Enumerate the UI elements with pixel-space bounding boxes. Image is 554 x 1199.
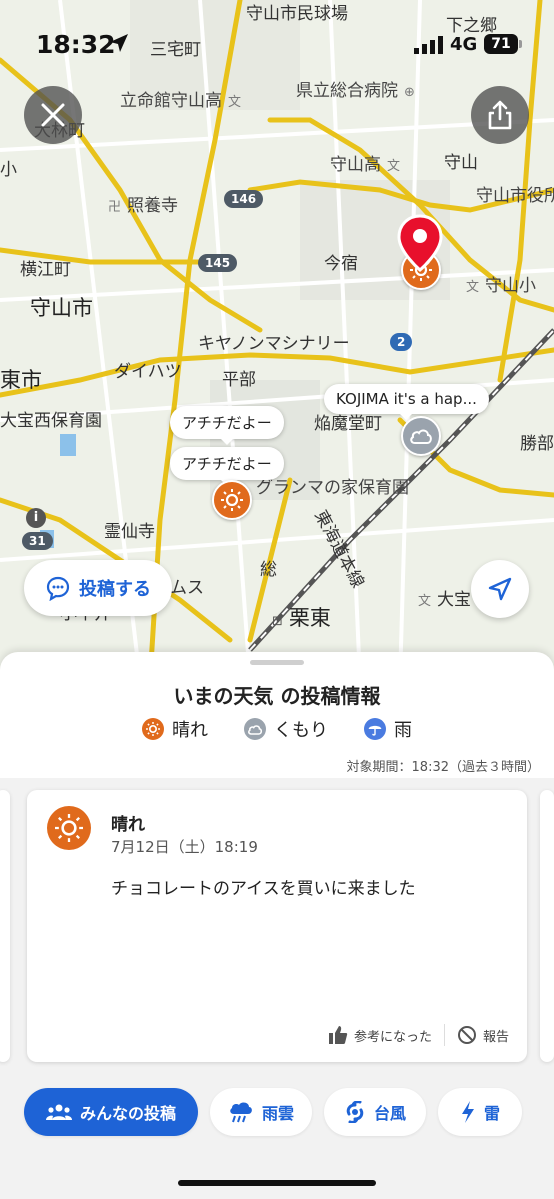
report-label: 報告 bbox=[482, 1029, 509, 1045]
divider bbox=[443, 1024, 445, 1046]
weather-map[interactable]: 下之郷 守山市民球場 三宅町 立命館守山高文 県立総合病院⊕ 大林町 守山高文 … bbox=[0, 0, 554, 680]
sun-icon bbox=[142, 718, 164, 740]
route-shield-146: 146 bbox=[224, 190, 264, 208]
card-actions: 参考になった 報告 bbox=[328, 1024, 509, 1046]
next-card-edge[interactable] bbox=[540, 790, 554, 1062]
legend-item-rain: 雨 bbox=[364, 716, 412, 742]
map-label-yokoe: 横江町 bbox=[20, 260, 71, 280]
post-button[interactable]: 投稿する bbox=[24, 560, 172, 616]
map-label-imajuku: 今宿 bbox=[324, 254, 358, 274]
map-label-moriyama-elem: 文守山小 bbox=[466, 276, 537, 296]
map-label-canon: キヤノンマシナリー bbox=[198, 334, 350, 354]
helpful-label: 参考になった bbox=[353, 1029, 432, 1045]
thumbs-up-icon bbox=[328, 1026, 348, 1044]
weather-legend: 晴れ くもり 雨 bbox=[0, 716, 554, 742]
tab-everyone-posts[interactable]: みんなの投稿 bbox=[24, 1088, 198, 1136]
current-location-button[interactable] bbox=[471, 560, 529, 618]
map-label-moriyama-city: 守山市 bbox=[30, 296, 93, 320]
tab-typhoon[interactable]: 台風 bbox=[324, 1088, 426, 1136]
map-label-daiho: 文大宝 bbox=[418, 590, 472, 610]
report-button[interactable]: 報告 bbox=[457, 1025, 509, 1045]
sheet-title: いまの天気 の投稿情報 bbox=[173, 684, 381, 708]
map-label-ritsumeikan: 立命館守山高文 bbox=[120, 91, 242, 111]
period-text: 対象期間：18:32（過去３時間） bbox=[346, 760, 540, 775]
tab-lightning[interactable]: 雷 bbox=[438, 1088, 522, 1136]
post-cards-carousel[interactable]: 晴れ 7月12日（土）18:19 チョコレートのアイスを買いに来ました 参考にな… bbox=[0, 778, 554, 1076]
sun-post-pin-2[interactable] bbox=[212, 480, 252, 520]
map-label-city-hall: 守山市役所 bbox=[476, 186, 554, 206]
post-bubble-kojima[interactable]: KOJIMA it's a hap... bbox=[324, 384, 489, 420]
legend-label-sunny: 晴れ bbox=[172, 720, 208, 741]
cloud-icon bbox=[244, 718, 266, 740]
map-label-nursery: 大宝西保育園 bbox=[0, 411, 102, 431]
home-indicator bbox=[178, 1180, 376, 1186]
map-label-sou: 総 bbox=[260, 560, 277, 580]
legend-item-sunny: 晴れ bbox=[142, 716, 208, 742]
map-label-ritto: ⊡ 栗東 bbox=[272, 606, 331, 630]
route-shield-145: 145 bbox=[198, 254, 238, 272]
route-shield-2: 2 bbox=[390, 333, 413, 351]
report-icon bbox=[457, 1026, 476, 1044]
close-icon bbox=[41, 103, 65, 127]
previous-card-edge[interactable] bbox=[0, 790, 10, 1062]
signal-icon bbox=[414, 36, 443, 54]
navigation-arrow-icon bbox=[488, 577, 512, 601]
battery-icon: 71 bbox=[484, 34, 522, 54]
route-shield-31: 31 bbox=[22, 532, 53, 550]
location-arrow-icon bbox=[110, 34, 128, 52]
map-label-enmado: 焔魔堂町 bbox=[314, 414, 382, 434]
map-label-daihatsu: ダイハツ bbox=[114, 362, 182, 382]
card-date: 7月12日（土）18:19 bbox=[111, 838, 258, 856]
map-label-east-city: 東市 bbox=[0, 368, 42, 392]
status-bar: 18:32 4G 71 bbox=[0, 0, 554, 90]
map-label-reisenji: 霊仙寺 bbox=[104, 522, 155, 542]
rain-cloud-icon bbox=[230, 1102, 252, 1123]
legend-label-rain: 雨 bbox=[394, 720, 412, 741]
map-label-moriyama: 守山 bbox=[444, 153, 478, 173]
post-button-label: 投稿する bbox=[79, 579, 151, 600]
map-label-hirai-road: 平部 bbox=[222, 370, 256, 390]
helpful-button[interactable]: 参考になった bbox=[328, 1025, 432, 1045]
sun-icon bbox=[47, 806, 91, 850]
tab-lightning-label: 雷 bbox=[483, 1104, 500, 1123]
typhoon-icon bbox=[346, 1101, 364, 1123]
post-bubble-achichi-2[interactable]: アチチだよー bbox=[170, 447, 284, 486]
umbrella-icon bbox=[364, 718, 386, 740]
info-icon[interactable]: i bbox=[26, 508, 46, 528]
lightning-icon bbox=[461, 1101, 474, 1123]
sheet-grabber[interactable] bbox=[250, 660, 304, 665]
map-label-katsube: 勝部 bbox=[520, 434, 554, 454]
close-button[interactable] bbox=[24, 86, 82, 144]
legend-label-cloudy: くもり bbox=[274, 720, 328, 741]
map-label-moriyama-high: 守山高文 bbox=[330, 155, 401, 175]
cloud-icon bbox=[410, 429, 432, 444]
map-label-grandma-nursery: グランマの家保育園 bbox=[256, 478, 409, 498]
post-chat-icon bbox=[46, 576, 70, 601]
people-icon bbox=[45, 1104, 72, 1120]
card-text: チョコレートのアイスを買いに来ました bbox=[111, 879, 416, 899]
post-card[interactable]: 晴れ 7月12日（土）18:19 チョコレートのアイスを買いに来ました 参考にな… bbox=[27, 790, 527, 1062]
tab-rain-cloud[interactable]: 雨雲 bbox=[210, 1088, 312, 1136]
tab-everyone-posts-label: みんなの投稿 bbox=[79, 1104, 176, 1123]
share-button[interactable] bbox=[471, 86, 529, 144]
tab-typhoon-label: 台風 bbox=[373, 1104, 406, 1123]
share-icon bbox=[488, 100, 512, 130]
map-label-shoyoji: 卍照養寺 bbox=[108, 196, 179, 216]
clock: 18:32 bbox=[36, 30, 116, 59]
selected-location-pin-icon[interactable] bbox=[397, 214, 443, 272]
network-type: 4G bbox=[450, 34, 478, 55]
map-label-kosei: 小 bbox=[0, 160, 17, 180]
post-info-sheet: いまの天気 の投稿情報 晴れ くもり 雨 対象期間：18:32（過去３時間） 晴… bbox=[0, 652, 554, 1199]
cloud-post-pin[interactable] bbox=[401, 416, 441, 456]
bottom-tab-bar: みんなの投稿 雨雲 台風 雷 bbox=[0, 1076, 554, 1199]
sun-icon bbox=[221, 489, 243, 511]
map-label-mutsumusu: ムス bbox=[170, 578, 204, 598]
card-weather: 晴れ bbox=[111, 815, 145, 835]
legend-item-cloudy: くもり bbox=[244, 716, 328, 742]
post-bubble-achichi-1[interactable]: アチチだよー bbox=[170, 406, 284, 445]
tab-rain-cloud-label: 雨雲 bbox=[261, 1104, 294, 1123]
